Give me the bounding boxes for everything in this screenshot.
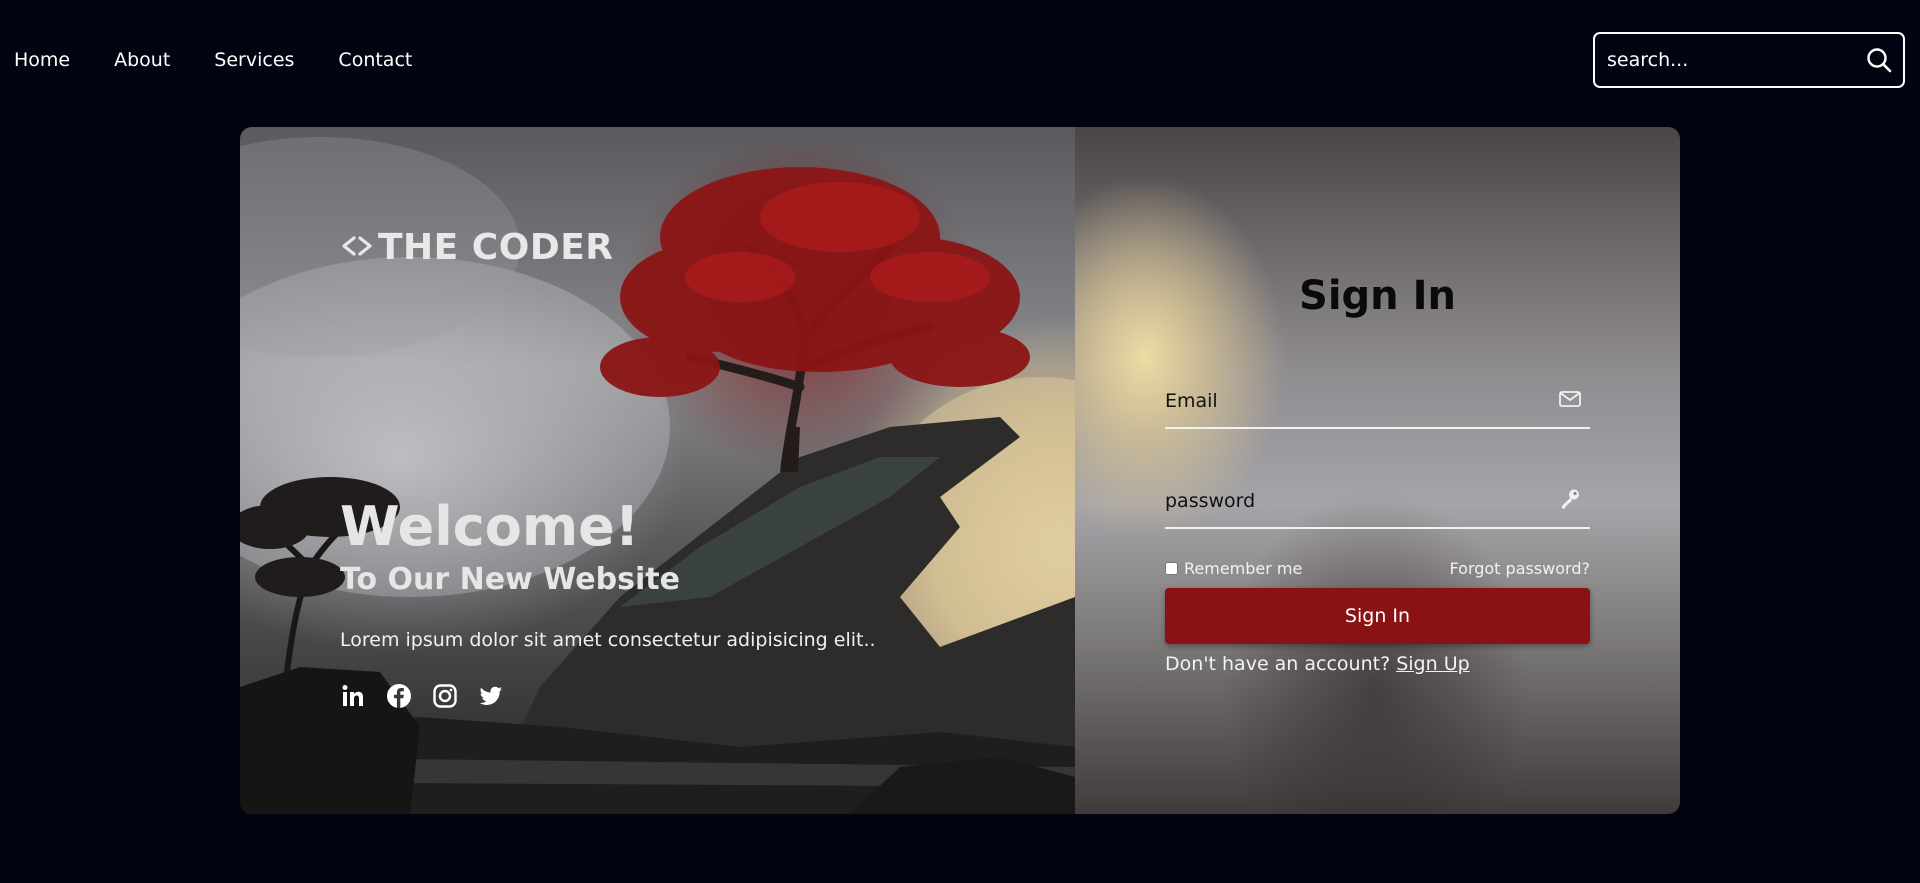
welcome-heading: Welcome! [340, 495, 640, 558]
forgot-password-link[interactable]: Forgot password? [1450, 559, 1590, 578]
password-field-wrapper [1165, 479, 1590, 529]
twitter-icon[interactable] [478, 683, 504, 709]
key-icon [1562, 489, 1579, 509]
brand-logo[interactable]: THE CODER [340, 227, 614, 268]
search-box [1593, 32, 1905, 88]
nav-link-contact[interactable]: Contact [338, 47, 412, 73]
signup-link[interactable]: Sign Up [1396, 653, 1469, 675]
nav-link-about[interactable]: About [114, 47, 170, 73]
search-icon[interactable] [1865, 46, 1893, 74]
password-field[interactable] [1165, 479, 1545, 523]
welcome-subtitle: To Our New Website [340, 562, 680, 597]
hero-description: Lorem ipsum dolor sit amet consectetur a… [340, 629, 876, 651]
signup-line: Don't have an account? Sign Up [1165, 644, 1470, 684]
login-options: Remember me Forgot password? [1165, 559, 1590, 578]
brand-name: THE CODER [378, 227, 614, 268]
code-brackets-icon [342, 235, 372, 256]
remember-me[interactable]: Remember me [1165, 559, 1302, 578]
remember-label: Remember me [1184, 559, 1303, 578]
login-panel: Sign In Remember me Forgot password? S [1075, 127, 1680, 814]
email-field[interactable] [1165, 379, 1545, 423]
hero-panel: THE CODER Welcome! To Our New Website Lo… [240, 127, 1075, 814]
nav-link-home[interactable]: Home [14, 47, 70, 73]
instagram-icon[interactable] [432, 683, 458, 709]
social-links [340, 683, 504, 709]
nav-link-services[interactable]: Services [214, 47, 294, 73]
login-card: THE CODER Welcome! To Our New Website Lo… [240, 127, 1680, 814]
signup-prompt: Don't have an account? [1165, 653, 1391, 675]
signin-button[interactable]: Sign In [1165, 588, 1590, 644]
remember-checkbox[interactable] [1165, 562, 1178, 575]
signin-title: Sign In [1299, 273, 1456, 319]
nav-links: Home About Services Contact [14, 47, 456, 73]
top-nav: Home About Services Contact [0, 0, 1920, 120]
linkedin-icon[interactable] [340, 683, 366, 709]
email-field-wrapper [1165, 379, 1590, 429]
mail-icon [1559, 391, 1581, 407]
facebook-icon[interactable] [386, 683, 412, 709]
search-input[interactable] [1595, 34, 1845, 86]
